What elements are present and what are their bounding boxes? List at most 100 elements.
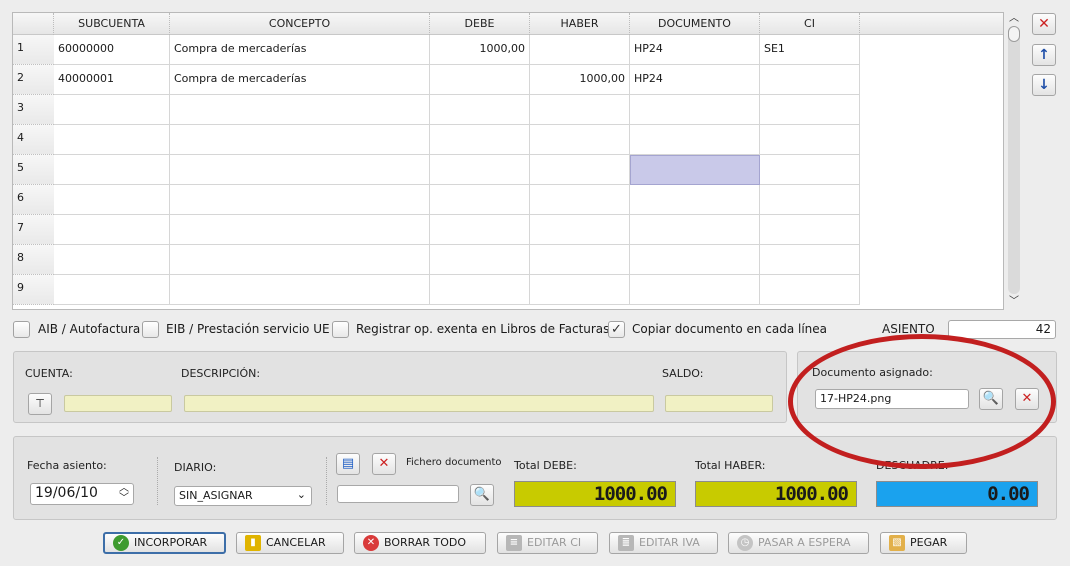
row-number[interactable]: 2 [13,65,54,95]
cuenta-field[interactable] [64,395,172,412]
cancelar-button[interactable]: ▮ CANCELAR [236,532,344,554]
scroll-up-icon[interactable]: ︿ [1004,12,1024,26]
cell-concepto[interactable] [170,185,430,215]
cell-ci[interactable] [760,275,860,305]
documento-clear-button[interactable]: ✕ [1015,388,1039,410]
row-number[interactable]: 5 [13,155,54,185]
cell-concepto[interactable]: Compra de mercaderías [170,65,430,95]
cell-haber[interactable] [530,185,630,215]
cell-documento[interactable] [630,95,760,125]
table-scrollbar[interactable]: ︿ ﹀ [1004,12,1024,310]
cell-ci[interactable] [760,95,860,125]
cell-subcuenta[interactable] [54,95,170,125]
descripcion-field[interactable] [184,395,654,412]
cell-haber[interactable]: 1000,00 [530,65,630,95]
cell-debe[interactable] [430,185,530,215]
fichero-field[interactable] [337,485,459,503]
exenta-checkbox[interactable] [332,321,349,338]
row-number[interactable]: 8 [13,245,54,275]
incorporar-button[interactable]: ✓ INCORPORAR [103,532,226,554]
row-number[interactable]: 6 [13,185,54,215]
move-down-button[interactable]: ↓ [1032,74,1056,96]
header-ci[interactable]: CI [760,13,860,35]
cell-documento[interactable] [630,185,760,215]
row-number[interactable]: 3 [13,95,54,125]
cell-concepto[interactable] [170,95,430,125]
open-file-button[interactable]: ▤ [336,453,360,475]
copiar-checkbox[interactable]: ✓ [608,321,625,338]
move-up-button[interactable]: ↑ [1032,44,1056,66]
cell-ci[interactable] [760,125,860,155]
cell-subcuenta[interactable]: 60000000 [54,35,170,65]
cell-debe[interactable] [430,95,530,125]
cell-ci[interactable] [760,215,860,245]
scroll-thumb[interactable] [1008,26,1020,42]
cell-documento[interactable] [630,215,760,245]
pasar-espera-button[interactable]: ◷ PASAR A ESPERA [728,532,869,554]
scroll-down-icon[interactable]: ﹀ [1004,295,1024,309]
header-debe[interactable]: DEBE [430,13,530,35]
cell-documento[interactable] [630,275,760,305]
row-number[interactable]: 9 [13,275,54,305]
cell-documento[interactable] [630,155,760,185]
cell-concepto[interactable] [170,245,430,275]
cell-haber[interactable] [530,215,630,245]
row-number[interactable]: 7 [13,215,54,245]
cell-subcuenta[interactable]: 40000001 [54,65,170,95]
cell-ci[interactable]: SE1 [760,35,860,65]
aib-checkbox[interactable] [13,321,30,338]
delete-row-button[interactable]: ✕ [1032,13,1056,35]
borrar-todo-button[interactable]: ✕ BORRAR TODO [354,532,486,554]
header-concepto[interactable]: CONCEPTO [170,13,430,35]
cell-haber[interactable] [530,275,630,305]
cell-subcuenta[interactable] [54,275,170,305]
cell-documento[interactable] [630,245,760,275]
cell-debe[interactable] [430,155,530,185]
cell-concepto[interactable] [170,125,430,155]
cell-concepto[interactable] [170,215,430,245]
documento-search-button[interactable]: 🔍 [979,388,1003,410]
cell-documento[interactable]: HP24 [630,35,760,65]
cell-debe[interactable] [430,245,530,275]
cell-haber[interactable] [530,155,630,185]
cell-haber[interactable] [530,125,630,155]
diario-select[interactable]: SIN_ASIGNAR ⌄ [174,486,312,506]
fichero-search-button[interactable]: 🔍 [470,484,494,506]
fecha-field[interactable]: 19/06/10 ︿ ﹀ [30,483,134,505]
cell-debe[interactable] [430,125,530,155]
header-subcuenta[interactable]: SUBCUENTA [54,13,170,35]
cell-debe[interactable] [430,275,530,305]
pegar-button[interactable]: ▧ PEGAR [880,532,967,554]
cell-debe[interactable] [430,65,530,95]
cell-debe[interactable] [430,215,530,245]
cell-haber[interactable] [530,95,630,125]
cell-subcuenta[interactable] [54,125,170,155]
row-number[interactable]: 4 [13,125,54,155]
cell-haber[interactable] [530,35,630,65]
cell-concepto[interactable]: Compra de mercaderías [170,35,430,65]
clear-file-button[interactable]: ✕ [372,453,396,475]
cell-subcuenta[interactable] [54,185,170,215]
eib-checkbox[interactable] [142,321,159,338]
cell-haber[interactable] [530,245,630,275]
cell-concepto[interactable] [170,275,430,305]
header-haber[interactable]: HABER [530,13,630,35]
cell-subcuenta[interactable] [54,155,170,185]
date-spinner-icon[interactable]: ︿ ﹀ [119,484,129,504]
asiento-field[interactable]: 42 [948,320,1056,339]
cell-ci[interactable] [760,65,860,95]
cell-documento[interactable] [630,125,760,155]
editar-iva-button[interactable]: ≣ EDITAR IVA [609,532,718,554]
scroll-track[interactable] [1008,26,1020,294]
cell-debe[interactable]: 1000,00 [430,35,530,65]
documento-field[interactable]: 17-HP24.png [815,389,969,409]
cell-subcuenta[interactable] [54,245,170,275]
cell-documento[interactable]: HP24 [630,65,760,95]
row-number[interactable]: 1 [13,35,54,65]
header-documento[interactable]: DOCUMENTO [630,13,760,35]
account-lookup-button[interactable]: ⊤ [28,393,52,415]
cell-subcuenta[interactable] [54,215,170,245]
cell-ci[interactable] [760,245,860,275]
cell-concepto[interactable] [170,155,430,185]
entries-table[interactable]: SUBCUENTA CONCEPTO DEBE HABER DOCUMENTO … [12,12,1004,310]
